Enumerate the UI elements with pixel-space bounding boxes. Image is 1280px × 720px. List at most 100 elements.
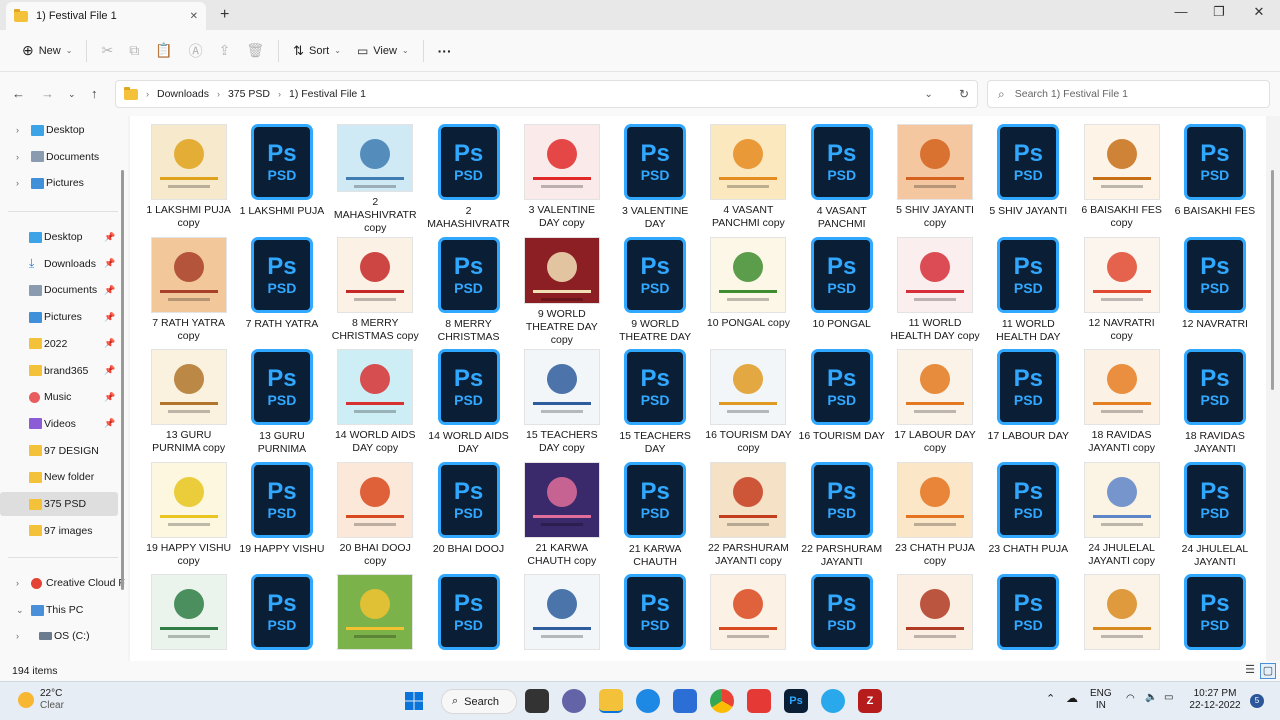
weather-widget[interactable]: 22°C Clear [18,688,64,712]
cut-button[interactable]: ✂ [93,37,121,65]
pin-icon[interactable]: 📌 [104,258,115,269]
chevron-right-icon[interactable]: › [16,178,19,188]
store-icon[interactable] [673,689,697,713]
image-file-item[interactable] [515,572,608,661]
psd-file-item[interactable]: Ps PSD 12 NAVRATRI [1168,235,1261,348]
tab-close-icon[interactable]: ✕ [190,11,198,22]
more-options-button[interactable]: ··· [430,37,460,65]
photoshop-icon[interactable]: Ps [784,689,808,713]
breadcrumb-downloads[interactable]: Downloads [157,88,209,100]
psd-file-item[interactable]: Ps PSD 17 LABOUR DAY [982,347,1075,460]
back-arrow-icon[interactable]: ← [12,86,25,101]
sort-button[interactable]: ⇅ Sort ⌄ [285,37,349,65]
image-file-item[interactable]: 21 KARWA CHAUTH copy [515,460,608,573]
sidebar-scrollbar[interactable] [121,170,124,590]
refresh-icon[interactable]: ↻ [959,87,969,101]
battery-icon[interactable]: ▭ [1164,692,1173,704]
psd-file-item[interactable]: Ps PSD 4 VASANT PANCHMI [795,122,888,235]
sidebar-item-documents[interactable]: Documents 📌 [0,278,118,302]
pin-icon[interactable]: 📌 [104,285,115,296]
chevron-down-icon[interactable]: ⌄ [16,605,24,616]
psd-file-item[interactable]: Ps PSD 18 RAVIDAS JAYANTI [1168,347,1261,460]
maximize-button[interactable]: ❐ [1204,4,1234,20]
sidebar-item-desktop[interactable]: Desktop 📌 [0,225,118,249]
minimize-button[interactable]: — [1166,4,1196,19]
psd-file-item[interactable]: Ps PSD 19 HAPPY VISHU [235,460,328,573]
sidebar-item-videos[interactable]: Videos 📌 [0,412,118,436]
new-button[interactable]: ⊕ New ⌄ [14,37,80,65]
image-file-item[interactable]: 8 MERRY CHRISTMAS copy [329,235,422,348]
chrome-icon[interactable] [710,689,734,713]
image-file-item[interactable]: 15 TEACHERS DAY copy [515,347,608,460]
chevron-right-icon[interactable]: › [16,152,19,162]
start-button[interactable] [402,689,426,713]
image-file-item[interactable]: 16 TOURISM DAY copy [702,347,795,460]
sidebar-item-new-folder[interactable]: New folder [0,465,118,489]
delete-button[interactable]: 🗑 [238,37,272,65]
image-file-item[interactable]: 14 WORLD AIDS DAY copy [329,347,422,460]
tiles-view-icon[interactable]: ▢ [1260,663,1276,679]
psd-file-item[interactable]: Ps PSD [795,572,888,661]
anydesk-icon[interactable] [747,689,771,713]
psd-file-item[interactable]: Ps PSD 13 GURU PURNIMA [235,347,328,460]
copy-button[interactable]: ⧉ [121,37,147,65]
psd-file-item[interactable]: Ps PSD [235,572,328,661]
pin-icon[interactable]: 📌 [104,392,115,403]
image-file-item[interactable] [702,572,795,661]
image-file-item[interactable]: 10 PONGAL copy [702,235,795,348]
breadcrumb-festival-file[interactable]: 1) Festival File 1 [289,88,366,100]
pin-icon[interactable]: 📌 [104,338,115,349]
psd-file-item[interactable]: Ps PSD [982,572,1075,661]
image-file-item[interactable]: 6 BAISAKHI FES copy [1075,122,1168,235]
image-file-item[interactable]: 20 BHAI DOOJ copy [329,460,422,573]
new-tab-button[interactable]: + [220,6,229,24]
psd-file-item[interactable]: Ps PSD [1168,572,1261,661]
psd-file-item[interactable]: Ps PSD 14 WORLD AIDS DAY [422,347,515,460]
image-file-item[interactable]: 13 GURU PURNIMA copy [142,347,235,460]
content-scrollbar[interactable] [1269,120,1277,660]
image-file-item[interactable]: 1 LAKSHMI PUJA copy [142,122,235,235]
recent-chevron-icon[interactable]: ⌄ [68,89,76,100]
close-button[interactable]: ✕ [1244,4,1274,20]
telegram-icon[interactable] [821,689,845,713]
cloud-icon[interactable]: ☁ [1066,692,1078,704]
image-file-item[interactable] [142,572,235,661]
sidebar-item-documents[interactable]: › Documents [0,145,118,169]
psd-file-item[interactable]: Ps PSD 8 MERRY CHRISTMAS [422,235,515,348]
file-explorer-icon[interactable] [599,689,623,713]
speaker-icon[interactable]: 🔈 [1145,692,1157,704]
psd-file-item[interactable]: Ps PSD 20 BHAI DOOJ [422,460,515,573]
sidebar-item-this-pc[interactable]: ⌄ This PC [0,598,118,622]
image-file-item[interactable]: 3 VALENTINE DAY copy [515,122,608,235]
image-file-item[interactable]: 19 HAPPY VISHU copy [142,460,235,573]
taskbar-search[interactable]: ⌕ Search [441,689,517,714]
pin-icon[interactable]: 📌 [104,365,115,376]
chevron-right-icon[interactable]: › [16,578,19,588]
psd-file-item[interactable]: Ps PSD 23 CHATH PUJA [982,460,1075,573]
address-bar[interactable]: › Downloads › 375 PSD › 1) Festival File… [115,80,978,108]
share-button[interactable]: ⇪ [211,37,239,65]
sidebar-item-97-images[interactable]: 97 images [0,519,118,543]
psd-file-item[interactable]: Ps PSD 11 WORLD HEALTH DAY [982,235,1075,348]
image-file-item[interactable]: 17 LABOUR DAY copy [888,347,981,460]
image-file-item[interactable]: 18 RAVIDAS JAYANTI copy [1075,347,1168,460]
image-file-item[interactable] [329,572,422,661]
sidebar-item-music[interactable]: Music 📌 [0,385,118,409]
sidebar-item-desktop[interactable]: › Desktop [0,118,118,142]
psd-file-item[interactable]: Ps PSD 7 RATH YATRA [235,235,328,348]
image-file-item[interactable]: 24 JHULELAL JAYANTI copy [1075,460,1168,573]
image-file-item[interactable]: 11 WORLD HEALTH DAY copy [888,235,981,348]
pin-icon[interactable]: 📌 [104,312,115,323]
chat-icon[interactable] [562,689,586,713]
image-file-item[interactable]: 12 NAVRATRI copy [1075,235,1168,348]
sidebar-item-pictures[interactable]: › Pictures [0,171,118,195]
task-view-icon[interactable] [525,689,549,713]
psd-file-item[interactable]: Ps PSD 22 PARSHURAM JAYANTI [795,460,888,573]
up-arrow-icon[interactable]: ↑ [91,86,98,101]
psd-file-item[interactable]: Ps PSD [608,572,701,661]
pin-icon[interactable]: 📌 [104,418,115,429]
pin-icon[interactable]: 📌 [104,232,115,243]
sidebar-item-2022[interactable]: 2022 📌 [0,332,118,356]
psd-file-item[interactable]: Ps PSD 10 PONGAL [795,235,888,348]
language-indicator[interactable]: ENG IN [1090,688,1112,712]
